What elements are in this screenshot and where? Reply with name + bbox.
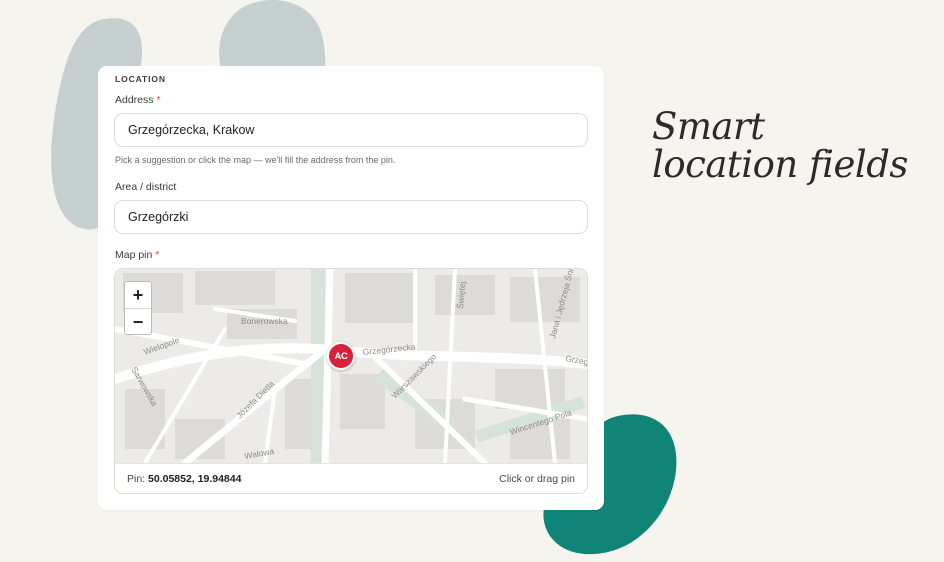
map-canvas[interactable]: Bonerowska Wielopole Grzegórzecka Józefa… bbox=[115, 269, 587, 463]
headline: Smart location fields bbox=[652, 108, 932, 184]
map-footer-hint: Click or drag pin bbox=[499, 472, 575, 485]
pin-coordinates: Pin: 50.05852, 19.94844 bbox=[127, 472, 242, 485]
zoom-out-button[interactable]: − bbox=[125, 309, 151, 335]
area-label: Area / district bbox=[115, 181, 177, 193]
address-label: Address * bbox=[115, 94, 161, 106]
zoom-control: + − bbox=[124, 281, 152, 335]
section-label: LOCATION bbox=[115, 74, 166, 84]
headline-line-2: location fields bbox=[652, 143, 908, 186]
required-mark: * bbox=[155, 249, 160, 261]
address-input-value: Grzegórzecka, Krakow bbox=[128, 123, 255, 137]
address-input[interactable]: Grzegórzecka, Krakow bbox=[114, 113, 588, 147]
location-card: LOCATION Address * Grzegórzecka, Krakow … bbox=[98, 66, 604, 510]
map-widget: Bonerowska Wielopole Grzegórzecka Józefa… bbox=[114, 268, 588, 494]
coordinates-value: 50.05852, 19.94844 bbox=[148, 472, 242, 485]
zoom-in-button[interactable]: + bbox=[125, 282, 151, 309]
street-label: Bonerowska bbox=[241, 316, 288, 326]
required-mark: * bbox=[156, 94, 161, 106]
area-input-value: Grzegórzki bbox=[128, 210, 189, 224]
map-pin-marker[interactable]: AC bbox=[327, 342, 355, 370]
map-pin-label: Map pin * bbox=[115, 249, 160, 261]
headline-line-1: Smart bbox=[652, 105, 765, 148]
area-input[interactable]: Grzegórzki bbox=[114, 200, 588, 234]
map-footer: Pin: 50.05852, 19.94844 Click or drag pi… bbox=[115, 463, 587, 493]
address-hint: Pick a suggestion or click the map — we'… bbox=[115, 155, 396, 165]
